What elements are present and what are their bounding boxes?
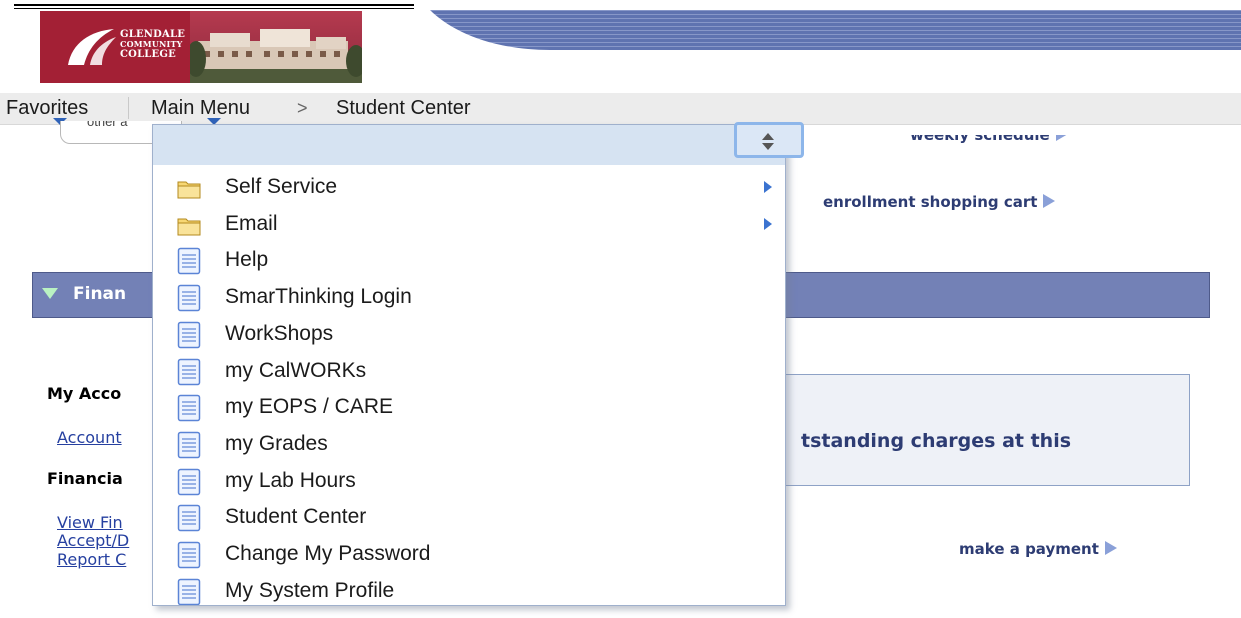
finances-title: Finan (73, 284, 127, 304)
logo-line-3: COLLEGE (120, 49, 176, 60)
menu-scroll-button[interactable] (734, 122, 804, 158)
view-financial-aid-link[interactable]: View Fin (57, 513, 123, 532)
document-icon (177, 247, 201, 275)
accept-decline-link[interactable]: Accept/D (57, 531, 129, 550)
menu-item-label: WorkShops (225, 321, 334, 345)
menu-item[interactable]: my CalWORKs (171, 356, 771, 392)
make-payment-link[interactable]: make a payment (959, 540, 1117, 558)
nav-favorites[interactable]: Favorites (6, 93, 88, 123)
document-icon (177, 394, 201, 422)
menu-item-label: My System Profile (225, 578, 395, 602)
scroll-up-icon[interactable] (762, 133, 774, 140)
document-icon (177, 321, 201, 349)
menu-item-label: Help (225, 248, 269, 272)
weekly-schedule-arrow-icon (1055, 135, 1068, 141)
weekly-schedule-link[interactable]: weekly schedule (910, 126, 1068, 144)
header-rule (14, 4, 414, 9)
menu-item[interactable]: my EOPS / CARE (171, 392, 771, 428)
logo-line-2: COMMUNITY (120, 39, 183, 49)
menu-item[interactable]: Email (171, 209, 772, 245)
document-icon (177, 358, 201, 386)
document-icon (177, 541, 201, 569)
breadcrumb-current[interactable]: Student Center (336, 93, 471, 123)
menu-item[interactable]: Help (171, 245, 771, 281)
folder-icon (177, 211, 201, 239)
document-icon (177, 504, 201, 532)
account-link[interactable]: Account (57, 428, 122, 447)
submenu-arrow-icon (764, 181, 772, 193)
nav-main-menu[interactable]: Main Menu (151, 93, 250, 123)
menu-item-label: Email (225, 211, 278, 235)
menu-item[interactable]: my Lab Hours (171, 466, 771, 502)
breadcrumb-separator: > (297, 98, 308, 118)
document-icon (177, 468, 201, 496)
collapse-triangle-icon[interactable] (42, 288, 58, 299)
menu-item-label: SmarThinking Login (225, 285, 412, 309)
logo-text: GLENDALE COMMUNITY COLLEGE (120, 29, 185, 60)
charges-notice: tstanding charges at this (760, 374, 1190, 486)
document-icon (177, 284, 201, 312)
menu-item[interactable]: Student Center (171, 502, 771, 538)
shopping-cart-arrow-icon (1043, 194, 1056, 208)
financial-aid-heading: Financia (47, 469, 123, 488)
nav-bar: Favorites Main Menu > Student Center (0, 93, 1241, 125)
charges-text: tstanding charges at this (801, 430, 1072, 452)
other-select-label: other a (87, 121, 128, 129)
menu-item[interactable]: SmarThinking Login (171, 282, 771, 318)
make-payment-arrow-icon (1104, 541, 1117, 555)
menu-item-label: Student Center (225, 505, 367, 529)
logo-mark-icon (68, 29, 116, 65)
menu-item[interactable]: My System Profile (171, 576, 771, 605)
menu-item[interactable]: WorkShops (171, 319, 771, 355)
make-payment-label: make a payment (959, 540, 1099, 558)
college-logo[interactable]: GLENDALE COMMUNITY COLLEGE (40, 11, 362, 83)
menu-item[interactable]: my Grades (171, 429, 771, 465)
menu-header (153, 125, 785, 165)
menu-item[interactable]: Self Service (171, 172, 772, 208)
menu-item-label: Self Service (225, 175, 338, 198)
header-banner (430, 10, 1241, 50)
menu-item[interactable]: Change My Password (171, 539, 771, 575)
scroll-down-icon[interactable] (762, 143, 774, 150)
menu-item-label: my EOPS / CARE (225, 395, 394, 419)
menu-item-label: my Lab Hours (225, 468, 356, 492)
submenu-arrow-icon (764, 217, 772, 230)
my-account-heading: My Acco (47, 384, 122, 403)
main-menu-dropdown[interactable]: Self Service Email Help SmarThinking Login W… (152, 124, 786, 606)
shopping-cart-label: enrollment shopping cart (823, 193, 1038, 211)
folder-icon (177, 174, 201, 202)
menu-item-label: my CalWORKs (225, 358, 367, 382)
shopping-cart-link[interactable]: enrollment shopping cart (823, 193, 1056, 211)
menu-item-label: Change My Password (225, 542, 431, 565)
menu-item-label: my Grades (225, 431, 328, 455)
report-link[interactable]: Report C (57, 550, 126, 569)
nav-separator (128, 97, 129, 119)
weekly-schedule-label: weekly schedule (910, 126, 1050, 144)
document-icon (177, 431, 201, 459)
campus-photo (190, 11, 362, 83)
document-icon (177, 578, 201, 605)
